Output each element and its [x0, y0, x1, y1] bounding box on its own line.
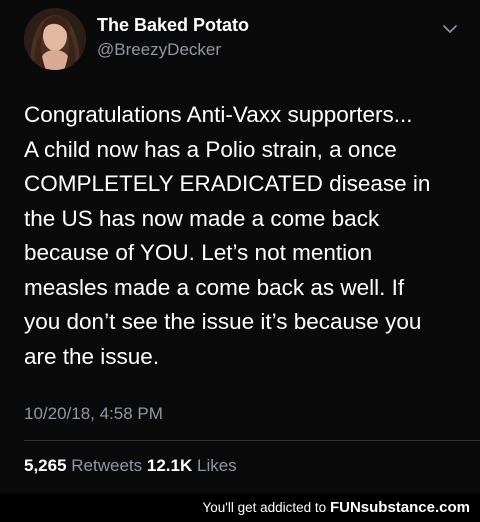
avatar-image	[24, 8, 86, 70]
avatar[interactable]	[24, 8, 86, 70]
watermark-text: You'll get addicted to FUNsubstance.com	[203, 499, 471, 516]
tweet-card: The Baked Potato @BreezyDecker Congratul…	[0, 0, 480, 493]
retweets-label[interactable]: Retweets	[71, 456, 142, 475]
display-name[interactable]: The Baked Potato	[97, 15, 249, 36]
likes-label[interactable]: Likes	[197, 456, 237, 475]
watermark-brand: FUNsubstance.com	[329, 499, 470, 516]
tweet-text: Congratulations Anti-Vaxx supporters... …	[24, 102, 431, 369]
username-handle[interactable]: @BreezyDecker	[97, 40, 221, 60]
timestamp[interactable]: 10/20/18, 4:58 PM	[24, 404, 163, 424]
chevron-down-icon[interactable]	[441, 22, 459, 36]
watermark-tagline: You'll get addicted to	[202, 500, 327, 515]
engagement-stats: 5,265 Retweets 12.1K Likes	[24, 456, 237, 476]
retweets-count[interactable]: 5,265	[24, 456, 67, 475]
watermark-footer: You'll get addicted to FUNsubstance.com	[0, 493, 480, 522]
likes-count[interactable]: 12.1K	[147, 456, 192, 475]
divider	[24, 440, 480, 441]
